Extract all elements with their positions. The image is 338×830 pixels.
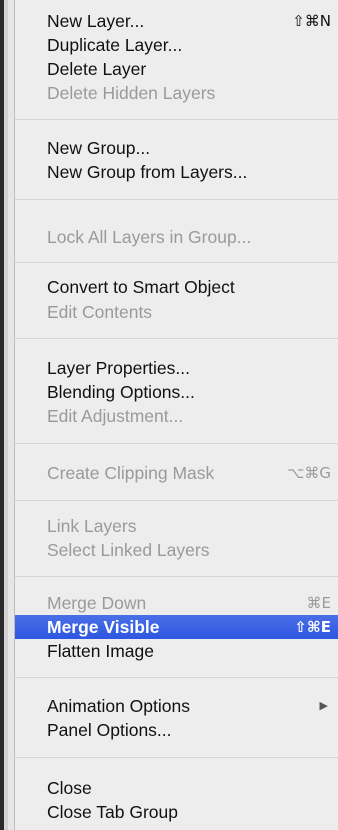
menu-item-label: Close Tab Group xyxy=(47,802,179,822)
menu-separator xyxy=(15,199,338,200)
menu-item-new-group[interactable]: New Group... xyxy=(15,136,338,160)
menu-item-shortcut: ⇧⌘N xyxy=(292,12,331,30)
menu-item-close[interactable]: Close xyxy=(15,776,338,800)
menu-item-label: New Group... xyxy=(47,138,151,158)
menu-item-label: Create Clipping Mask xyxy=(47,463,215,483)
menu-item-flatten-image[interactable]: Flatten Image xyxy=(15,639,338,663)
menu-separator xyxy=(15,338,338,339)
menu-item-link-layers: Link Layers xyxy=(15,514,338,538)
layers-panel-menu: New Layer... ⇧⌘N Duplicate Layer... Dele… xyxy=(14,0,338,830)
menu-item-edit-contents: Edit Contents xyxy=(15,300,338,324)
menu-item-label: Merge Down xyxy=(47,593,147,613)
menu-item-convert-to-smart-object[interactable]: Convert to Smart Object xyxy=(15,275,338,299)
menu-separator xyxy=(15,262,338,263)
menu-item-delete-layer[interactable]: Delete Layer xyxy=(15,57,338,81)
menu-item-merge-down: Merge Down ⌘E xyxy=(15,591,338,615)
menu-item-new-layer[interactable]: New Layer... ⇧⌘N xyxy=(15,9,338,33)
menu-item-delete-hidden-layers: Delete Hidden Layers xyxy=(15,81,338,105)
menu-item-shortcut: ⌘E xyxy=(306,594,331,612)
menu-item-label: Select Linked Layers xyxy=(47,540,210,560)
menu-item-label: Layer Properties... xyxy=(47,358,190,378)
menu-item-blending-options[interactable]: Blending Options... xyxy=(15,380,338,404)
panel-edge xyxy=(0,0,14,830)
menu-item-label: Edit Contents xyxy=(47,302,153,322)
menu-separator xyxy=(15,757,338,758)
menu-separator xyxy=(15,119,338,120)
menu-item-shortcut: ⌥⌘G xyxy=(287,464,331,482)
menu-item-label: New Group from Layers... xyxy=(47,162,248,182)
menu-separator xyxy=(15,500,338,501)
menu-item-label: New Layer... xyxy=(47,11,145,31)
screen-background: New Layer... ⇧⌘N Duplicate Layer... Dele… xyxy=(0,0,338,830)
menu-separator xyxy=(15,677,338,678)
menu-item-label: Delete Layer xyxy=(47,59,147,79)
menu-item-label: Link Layers xyxy=(47,516,137,536)
menu-item-merge-visible[interactable]: Merge Visible ⇧⌘E xyxy=(15,615,338,639)
menu-item-label: Flatten Image xyxy=(47,641,154,661)
menu-item-label: Lock All Layers in Group... xyxy=(47,227,252,247)
menu-item-new-group-from-layers[interactable]: New Group from Layers... xyxy=(15,160,338,184)
menu-item-layer-properties[interactable]: Layer Properties... xyxy=(15,356,338,380)
triangle-right-icon: ▶ xyxy=(319,699,328,712)
menu-item-label: Merge Visible xyxy=(47,617,160,637)
menu-separator xyxy=(15,443,338,444)
menu-item-label: Delete Hidden Layers xyxy=(47,83,216,103)
menu-item-lock-all-layers-in-group: Lock All Layers in Group... xyxy=(15,225,338,249)
menu-separator xyxy=(15,576,338,577)
menu-item-panel-options[interactable]: Panel Options... xyxy=(15,718,338,742)
menu-item-label: Convert to Smart Object xyxy=(47,277,235,297)
menu-item-duplicate-layer[interactable]: Duplicate Layer... xyxy=(15,33,338,57)
menu-item-shortcut: ⇧⌘E xyxy=(294,618,331,636)
menu-item-edit-adjustment: Edit Adjustment... xyxy=(15,404,338,428)
menu-item-label: Close xyxy=(47,778,92,798)
menu-item-close-tab-group[interactable]: Close Tab Group xyxy=(15,800,338,824)
menu-item-select-linked-layers: Select Linked Layers xyxy=(15,538,338,562)
menu-item-animation-options[interactable]: Animation Options ▶ xyxy=(15,694,338,718)
menu-item-label: Animation Options xyxy=(47,696,190,716)
menu-item-label: Duplicate Layer... xyxy=(47,35,183,55)
menu-item-create-clipping-mask: Create Clipping Mask ⌥⌘G xyxy=(15,461,338,485)
menu-item-label: Edit Adjustment... xyxy=(47,406,184,426)
menu-item-label: Panel Options... xyxy=(47,720,172,740)
menu-item-label: Blending Options... xyxy=(47,382,195,402)
